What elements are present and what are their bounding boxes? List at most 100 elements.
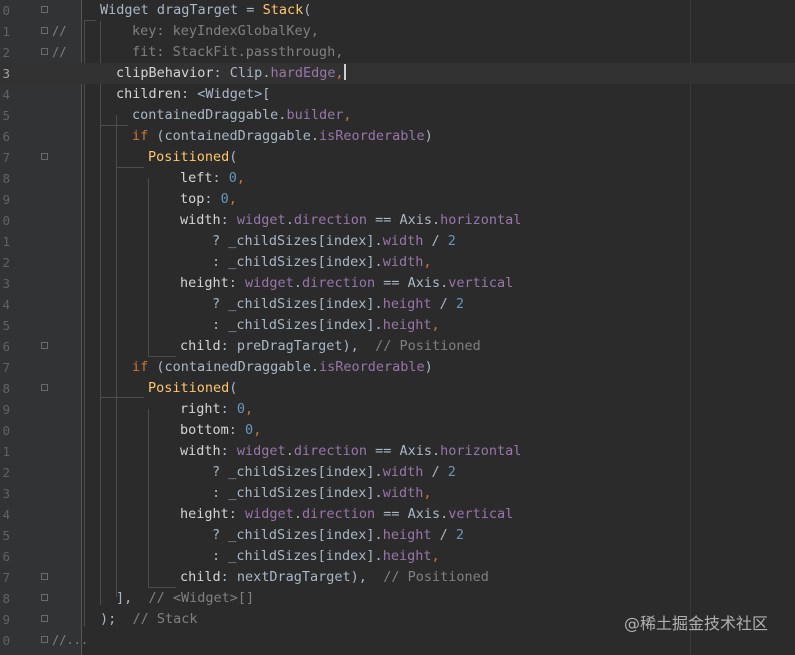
code-token: height — [382, 548, 432, 564]
fold-marker-icon[interactable] — [41, 573, 48, 580]
code-text[interactable]: : _childSizes[index].height, — [212, 546, 440, 567]
code-token: widget — [236, 443, 286, 459]
code-text[interactable]: if (containedDraggable.isReorderable) — [132, 126, 433, 147]
code-line[interactable]: 7 Positioned( — [0, 147, 795, 168]
code-line[interactable]: 3 height: widget.direction == Axis.vertic… — [0, 273, 795, 294]
gutter-comment-marker: //... — [52, 633, 89, 647]
code-text[interactable]: Positioned( — [148, 378, 237, 399]
code-line[interactable]: 9 right: 0, — [0, 399, 795, 420]
code-token: ) — [424, 128, 433, 144]
code-text[interactable]: ? _childSizes[index].height / 2 — [212, 294, 464, 315]
code-line[interactable]: 0 Widget dragTarget = Stack( — [0, 0, 795, 21]
code-line[interactable]: 4 height: widget.direction == Axis.vertic… — [0, 504, 795, 525]
code-text[interactable]: right: 0, — [180, 399, 253, 420]
code-token: , — [236, 170, 246, 186]
code-line[interactable]: 3: _childSizes[index].width, — [0, 483, 795, 504]
code-text[interactable]: ], // <Widget>[] — [116, 588, 254, 609]
code-line[interactable]: 1 width: widget.direction == Axis.horizon… — [0, 441, 795, 462]
code-token: . — [293, 506, 302, 522]
code-line[interactable]: 7 if (containedDraggable.isReorderable) — [0, 357, 795, 378]
code-token: ( — [229, 149, 238, 165]
code-text[interactable]: left: 0, — [180, 168, 245, 189]
code-text[interactable]: : _childSizes[index].height, — [212, 315, 440, 336]
code-text[interactable]: ? _childSizes[index].width / 2 — [212, 231, 456, 252]
code-line[interactable]: 3 clipBehavior: Clip.hardEdge, — [0, 63, 795, 84]
line-number: 7 — [2, 360, 10, 375]
code-token: == Axis. — [366, 443, 441, 459]
line-number: 9 — [2, 402, 10, 417]
code-line[interactable]: 7 child: nextDragTarget), // Positioned — [0, 567, 795, 588]
code-token: height — [180, 506, 229, 522]
code-token: , — [253, 422, 262, 438]
code-text[interactable]: child: preDragTarget), // Positioned — [180, 336, 481, 357]
code-text[interactable]: Widget dragTarget = Stack( — [100, 0, 311, 21]
code-line[interactable]: 1 // key: keyIndexGlobalKey, — [0, 21, 795, 42]
code-text[interactable]: if (containedDraggable.isReorderable) — [132, 357, 433, 378]
code-line[interactable]: 9 top: 0, — [0, 189, 795, 210]
code-line[interactable]: 6 if (containedDraggable.isReorderable) — [0, 126, 795, 147]
line-number: 0 — [2, 213, 10, 228]
line-number: 5 — [2, 318, 10, 333]
code-line[interactable]: 8 Positioned( — [0, 378, 795, 399]
code-token: 2 — [455, 296, 464, 312]
code-text[interactable]: ? _childSizes[index].height / 2 — [212, 525, 464, 546]
code-line[interactable]: 6 : _childSizes[index].height, — [0, 546, 795, 567]
code-text[interactable]: : _childSizes[index].width, — [212, 483, 431, 504]
code-text[interactable]: ? _childSizes[index].width / 2 — [212, 462, 456, 483]
code-line[interactable]: 4 ? _childSizes[index].height / 2 — [0, 294, 795, 315]
line-number: 4 — [2, 507, 10, 522]
code-token: width — [382, 233, 424, 249]
code-line[interactable]: 5 : _childSizes[index].height, — [0, 315, 795, 336]
code-token: : _childSizes[index]. — [212, 254, 383, 270]
code-line[interactable]: 6 child: preDragTarget), // Positioned — [0, 336, 795, 357]
code-text[interactable]: containedDraggable.builder, — [132, 105, 351, 126]
code-text[interactable]: top: 0, — [180, 189, 237, 210]
code-token: fit: StackFit.passthrough, — [132, 44, 344, 60]
code-text[interactable]: height: widget.direction == Axis.vertica… — [180, 273, 513, 294]
fold-marker-icon[interactable] — [41, 636, 48, 643]
code-text[interactable]: bottom: 0, — [180, 420, 261, 441]
fold-marker-icon[interactable] — [41, 153, 48, 160]
code-line[interactable]: 1 ? _childSizes[index].width / 2 — [0, 231, 795, 252]
code-line[interactable]: 5 ? _childSizes[index].height / 2 — [0, 525, 795, 546]
code-line[interactable]: 2? _childSizes[index].width / 2 — [0, 462, 795, 483]
code-line[interactable]: 2 // fit: StackFit.passthrough, — [0, 42, 795, 63]
code-text[interactable]: key: keyIndexGlobalKey, — [132, 21, 319, 42]
code-token: height — [382, 317, 432, 333]
code-text[interactable]: width: widget.direction == Axis.horizont… — [180, 210, 521, 231]
fold-marker-icon[interactable] — [41, 6, 48, 13]
fold-marker-icon[interactable] — [41, 615, 48, 622]
code-line[interactable]: 0 width: widget.direction == Axis.horizon… — [0, 210, 795, 231]
code-token: isReorderable — [318, 359, 425, 375]
code-text[interactable]: width: widget.direction == Axis.horizont… — [180, 441, 521, 462]
code-token: ? _childSizes[index]. — [212, 233, 383, 249]
code-line[interactable]: 4 children: <Widget>[ — [0, 84, 795, 105]
code-line[interactable]: 0 bottom: 0, — [0, 420, 795, 441]
code-line[interactable]: 5 containedDraggable.builder, — [0, 105, 795, 126]
code-text[interactable]: child: nextDragTarget), // Positioned — [180, 567, 489, 588]
code-token: child — [180, 338, 221, 354]
code-line[interactable]: 8], // <Widget>[] — [0, 588, 795, 609]
code-token: : Clip. — [213, 65, 271, 81]
fold-marker-icon[interactable] — [41, 27, 48, 34]
line-number: 6 — [2, 549, 10, 564]
code-text[interactable]: clipBehavior: Clip.hardEdge, — [116, 63, 346, 84]
code-text[interactable]: height: widget.direction == Axis.vertica… — [180, 504, 513, 525]
code-text[interactable]: children: <Widget>[ — [116, 84, 270, 105]
code-token: / — [431, 527, 456, 543]
code-text[interactable]: fit: StackFit.passthrough, — [132, 42, 343, 63]
code-token: child — [180, 569, 221, 585]
code-text[interactable]: Positioned( — [148, 147, 237, 168]
code-token: // Stack — [132, 611, 198, 627]
code-text[interactable]: : _childSizes[index].width, — [212, 252, 431, 273]
code-editor[interactable]: 0 Widget dragTarget = Stack(1//key: keyIn… — [0, 0, 795, 655]
fold-marker-icon[interactable] — [41, 342, 48, 349]
fold-marker-icon[interactable] — [41, 384, 48, 391]
code-text[interactable]: ); // Stack — [100, 609, 198, 630]
code-token: : preDragTarget), — [220, 338, 376, 354]
code-line[interactable]: 8 left: 0, — [0, 168, 795, 189]
fold-marker-icon[interactable] — [41, 594, 48, 601]
code-token: ? _childSizes[index]. — [212, 527, 383, 543]
fold-marker-icon[interactable] — [41, 48, 48, 55]
code-line[interactable]: 2: _childSizes[index].width, — [0, 252, 795, 273]
